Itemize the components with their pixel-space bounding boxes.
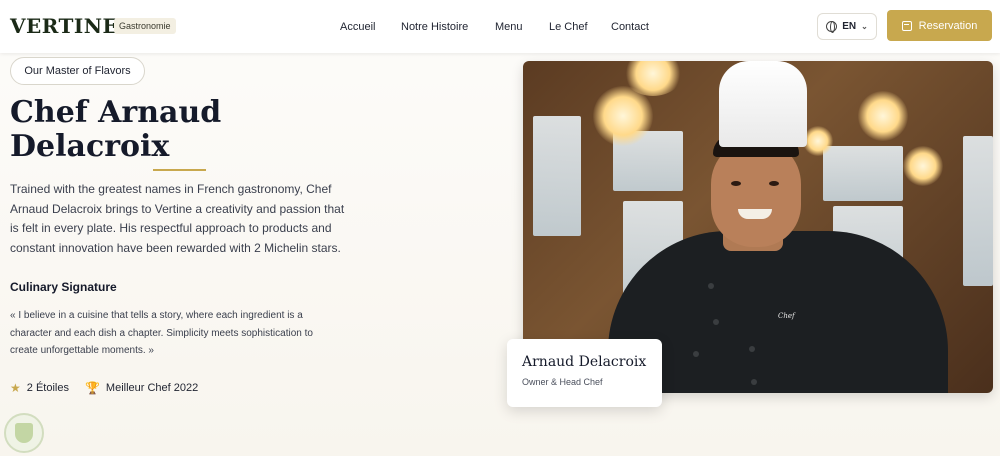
trophy-icon: 🏆 xyxy=(84,381,100,395)
nav-item-notre-histoire[interactable]: Notre Histoire xyxy=(401,21,468,33)
nav-item-accueil[interactable]: Accueil xyxy=(340,21,375,33)
language-selector[interactable]: EN ⌄ xyxy=(817,13,877,40)
caption-name: Arnaud Delacroix xyxy=(522,354,647,370)
title-line-2: Delacroix xyxy=(10,129,170,164)
language-label: EN xyxy=(842,21,857,32)
section-pill: Our Master of Flavors xyxy=(10,57,145,85)
chef-hat xyxy=(719,61,807,147)
nav-item-le-chef[interactable]: Le Chef xyxy=(549,21,588,33)
chef-description: Trained with the greatest names in Frenc… xyxy=(10,182,345,255)
title-underline xyxy=(153,169,206,171)
nav-item-menu[interactable]: Menu xyxy=(495,21,523,33)
star-icon: ★ xyxy=(10,381,21,395)
title-line-1: Chef Arnaud xyxy=(10,95,222,130)
award-label: 2 Étoiles xyxy=(26,382,69,394)
award-label: Meilleur Chef 2022 xyxy=(105,382,199,394)
award-best-chef: 🏆 Meilleur Chef 2022 xyxy=(85,381,198,395)
jacket-embroidery: Chef xyxy=(778,312,795,320)
chef-caption-card: Arnaud Delacroix Owner & Head Chef xyxy=(507,339,662,407)
calendar-icon xyxy=(901,20,912,31)
signature-quote: « I believe in a cuisine that tells a st… xyxy=(10,310,313,356)
reservation-label: Reservation xyxy=(918,19,978,32)
caption-role: Owner & Head Chef xyxy=(522,377,603,387)
signature-heading: Culinary Signature xyxy=(10,280,117,294)
page-title: Chef Arnaud Delacroix xyxy=(10,96,350,164)
award-stars: ★ 2 Étoiles xyxy=(10,381,69,395)
reservation-button[interactable]: Reservation xyxy=(887,10,992,41)
awards-list: ★ 2 Étoiles 🏆 Meilleur Chef 2022 xyxy=(10,381,198,395)
chevron-down-icon: ⌄ xyxy=(861,22,868,31)
watermark-badge xyxy=(4,413,44,453)
globe-icon xyxy=(826,21,838,33)
site-header: VERTINE Gastronomie Accueil Notre Histoi… xyxy=(0,0,1000,53)
nav-item-contact[interactable]: Contact xyxy=(611,21,649,33)
